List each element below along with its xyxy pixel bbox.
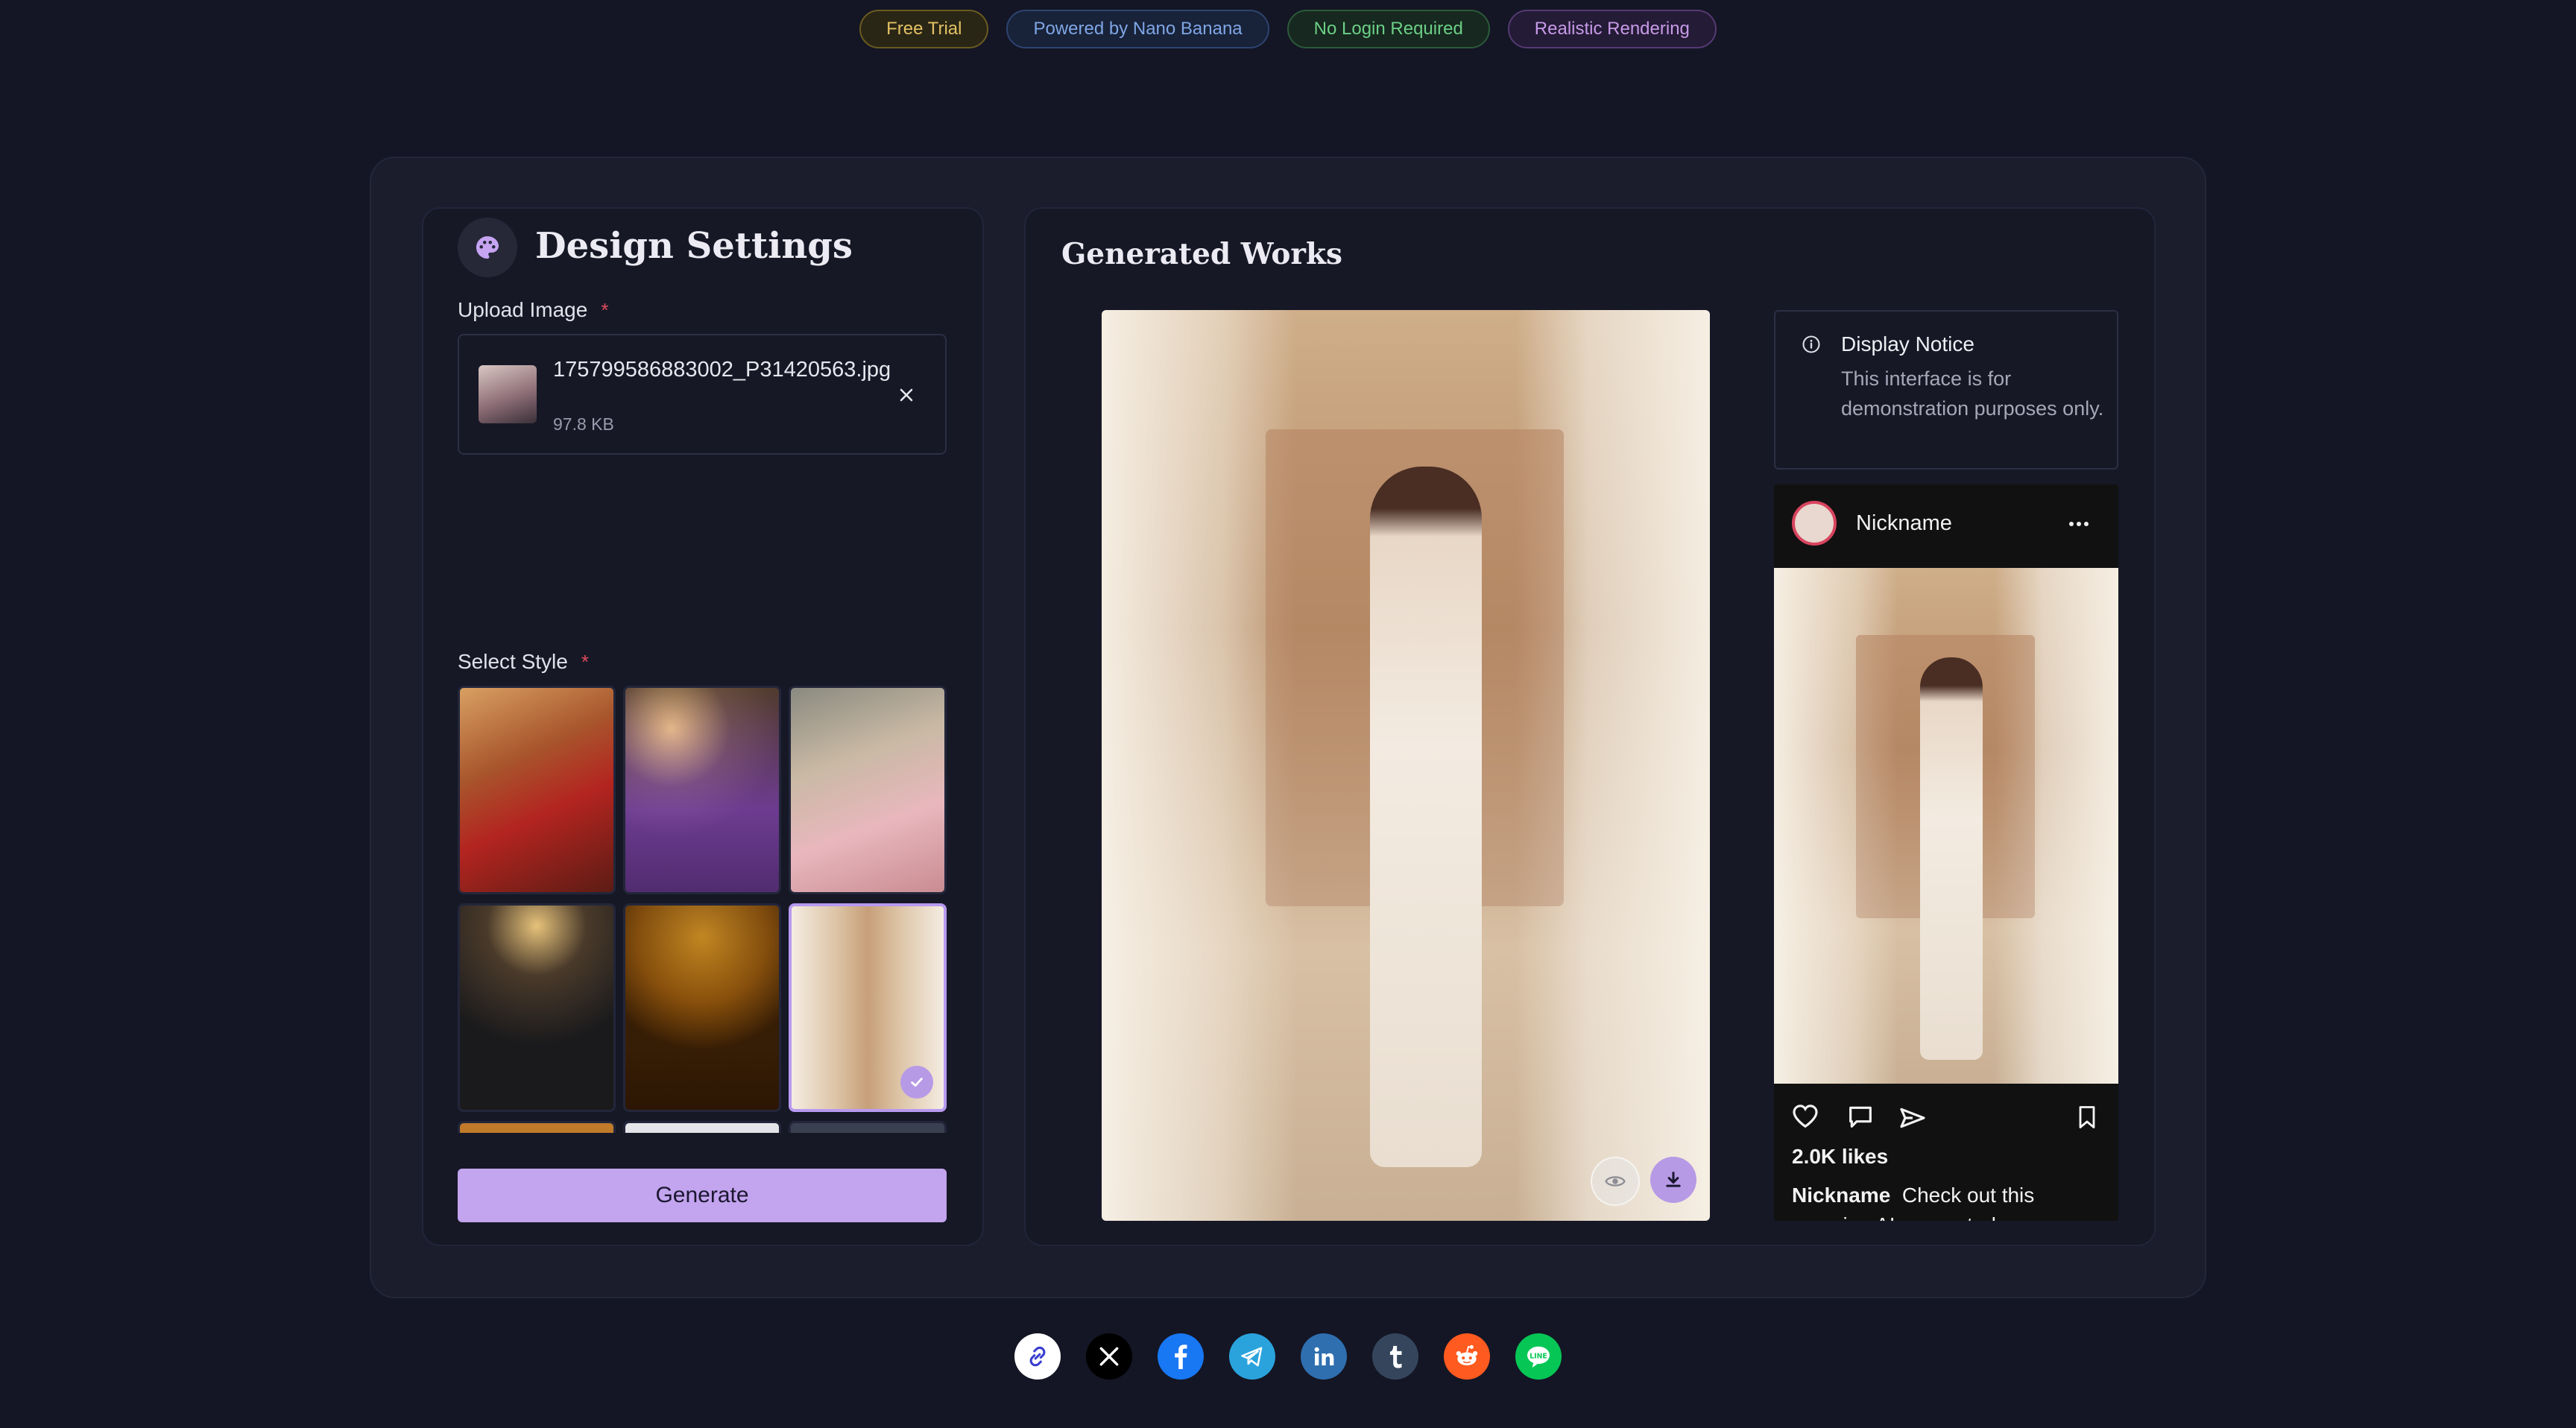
style-option-red-saree[interactable] [458, 686, 616, 894]
bookmark-icon[interactable] [2074, 1103, 2100, 1135]
x-icon[interactable] [1086, 1333, 1132, 1380]
style-option-more-3[interactable] [789, 1121, 947, 1133]
style-option-purple-saree[interactable] [623, 686, 781, 894]
like-heart-icon[interactable] [1790, 1102, 1820, 1135]
post-username: Nickname [1856, 511, 1952, 535]
uploaded-file-thumbnail [479, 365, 537, 423]
style-option-white-saree[interactable] [789, 903, 947, 1112]
badge-powered-by: Powered by Nano Banana [1006, 10, 1269, 48]
telegram-icon[interactable] [1229, 1333, 1275, 1380]
info-icon [1801, 334, 1822, 358]
upload-image-label: Upload Image * [458, 298, 608, 322]
badge-no-login: No Login Required [1287, 10, 1490, 48]
social-post-preview: Nickname 2.0K likes Nickname Check out t… [1774, 484, 2118, 1221]
comment-icon[interactable] [1846, 1102, 1875, 1135]
feature-badges: Free Trial Powered by Nano Banana No Log… [0, 10, 2576, 48]
preview-eye-icon[interactable] [1591, 1157, 1640, 1206]
line-icon[interactable]: LINE [1515, 1333, 1562, 1380]
post-figure [1920, 657, 1983, 1060]
display-notice: Display Notice This interface is for dem… [1774, 310, 2118, 470]
badge-free-trial: Free Trial [859, 10, 989, 48]
upload-label-text: Upload Image [458, 298, 588, 321]
style-grid [458, 686, 947, 1133]
design-settings-title: Design Settings [535, 225, 853, 267]
palette-icon [458, 218, 517, 277]
notice-text: This interface is for demonstration purp… [1841, 367, 2104, 420]
post-likes: 2.0K likes [1792, 1145, 1889, 1168]
style-option-yellow-saree[interactable] [623, 903, 781, 1112]
style-option-black-saree[interactable] [458, 903, 616, 1112]
post-caption: Nickname Check out this amazing AI-gener… [1792, 1181, 2105, 1221]
remove-file-icon[interactable] [891, 380, 921, 410]
required-mark: * [601, 299, 609, 321]
copy-link-icon[interactable] [1014, 1333, 1061, 1380]
uploaded-file-size: 97.8 KB [553, 414, 614, 434]
share-bar: LINE [0, 1333, 2576, 1380]
generated-figure [1370, 467, 1482, 1167]
uploaded-file-name: 175799586883002_P31420563.jpg [553, 358, 891, 382]
avatar [1792, 501, 1837, 546]
more-options-icon[interactable] [2066, 513, 2092, 539]
select-style-text: Select Style [458, 650, 568, 673]
svg-text:LINE: LINE [1530, 1352, 1547, 1360]
generate-button[interactable]: Generate [458, 1169, 947, 1222]
download-icon[interactable] [1650, 1157, 1696, 1203]
post-image [1774, 568, 2118, 1084]
style-option-more-2[interactable] [623, 1121, 781, 1133]
notice-title: Display Notice [1841, 332, 1974, 356]
uploaded-file[interactable]: 175799586883002_P31420563.jpg 97.8 KB [458, 334, 947, 455]
select-style-label: Select Style * [458, 650, 589, 674]
selected-check-icon [900, 1066, 933, 1099]
required-mark: * [581, 651, 589, 673]
generated-works-title: Generated Works [1061, 237, 1342, 271]
style-option-more-1[interactable] [458, 1121, 616, 1133]
caption-user: Nickname [1792, 1184, 1891, 1207]
facebook-icon[interactable] [1158, 1333, 1204, 1380]
tumblr-icon[interactable] [1372, 1333, 1418, 1380]
share-send-icon[interactable] [1898, 1103, 1928, 1137]
reddit-icon[interactable] [1444, 1333, 1490, 1380]
linkedin-icon[interactable] [1301, 1333, 1347, 1380]
badge-realistic: Realistic Rendering [1507, 10, 1717, 48]
generated-image[interactable] [1102, 310, 1710, 1221]
style-option-pink-saree[interactable] [789, 686, 947, 894]
